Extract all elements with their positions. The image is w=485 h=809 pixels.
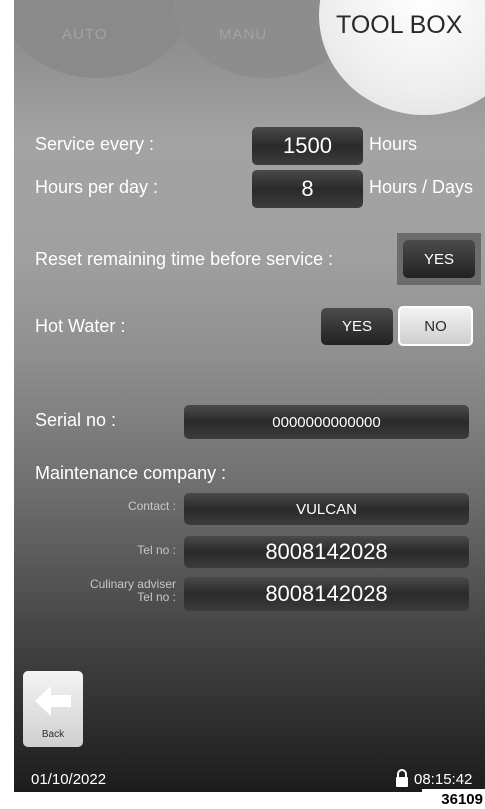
- service-every-label: Service every :: [35, 134, 155, 154]
- lock-icon: [395, 768, 409, 788]
- serial-label: Serial no :: [35, 410, 117, 430]
- service-every-unit: Hours: [369, 134, 418, 154]
- contact-field: VULCAN: [184, 493, 469, 525]
- contact-label: Contact :: [127, 499, 176, 513]
- service-every-field[interactable]: 1500: [252, 127, 363, 165]
- hot-water-label: Hot Water :: [35, 316, 126, 336]
- serial-field: 0000000000000: [184, 405, 469, 439]
- culinary-field: 8008142028: [184, 577, 469, 611]
- tab-manu-label: MANU: [219, 26, 268, 43]
- toolbox-screen: AUTO MANU TOOL BOX Service every : 1500 …: [14, 0, 485, 792]
- tel-label: Tel no :: [137, 543, 176, 557]
- back-label: Back: [41, 729, 65, 740]
- reset-label: Reset remaining time before service :: [35, 249, 334, 269]
- reset-yes-button[interactable]: YES: [403, 240, 475, 278]
- hot-water-no-button[interactable]: NO: [398, 306, 473, 346]
- tel-field: 8008142028: [184, 536, 469, 568]
- hours-per-day-unit: Hours / Days: [369, 177, 474, 197]
- tab-toolbox-label: TOOL BOX: [336, 11, 463, 39]
- hours-per-day-field[interactable]: 8: [252, 170, 363, 208]
- hours-per-day-label: Hours per day :: [35, 177, 159, 197]
- back-button[interactable]: Back: [23, 671, 83, 747]
- tab-auto-label: AUTO: [62, 26, 108, 43]
- arrow-left-icon: [33, 683, 73, 719]
- maintenance-label: Maintenance company :: [35, 463, 227, 483]
- culinary-label-line2: Tel no :: [137, 590, 176, 604]
- hot-water-yes-button[interactable]: YES: [321, 308, 393, 345]
- footer-date: 01/10/2022: [31, 771, 107, 788]
- figure-reference: 36109: [422, 789, 485, 809]
- footer-time: 08:15:42: [414, 771, 473, 788]
- culinary-label: Culinary adviser Tel no :: [54, 578, 176, 604]
